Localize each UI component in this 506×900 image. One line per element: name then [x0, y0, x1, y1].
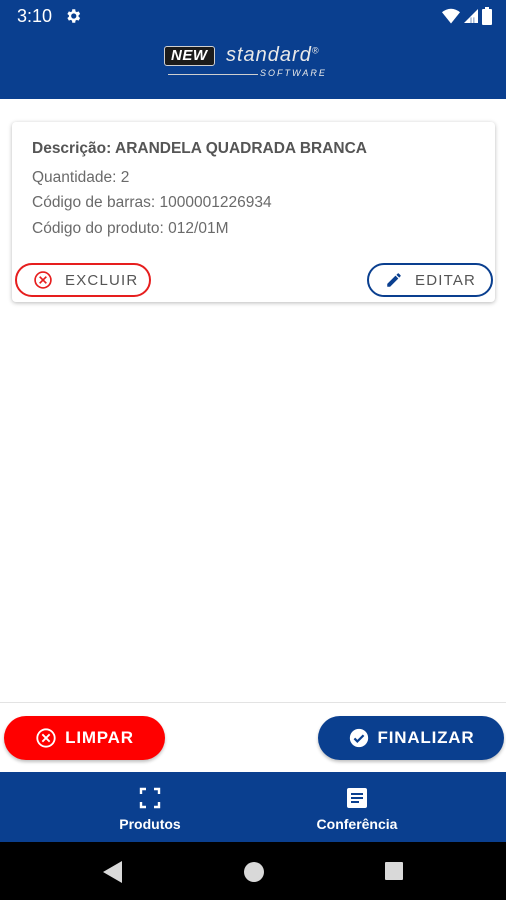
scan-icon — [138, 786, 162, 810]
product-barcode: Código de barras: 1000001226934 — [32, 194, 272, 211]
edit-button[interactable]: EDITAR — [367, 263, 493, 297]
logo-software-text: SOFTWARE — [260, 68, 327, 78]
delete-button-label: EXCLUIR — [65, 271, 139, 289]
product-card: Descrição: ARANDELA QUADRADA BRANCA Quan… — [12, 122, 495, 302]
wifi-icon — [442, 8, 460, 29]
logo-reg-mark: ® — [311, 45, 320, 56]
clear-button-label: LIMPAR — [65, 728, 134, 747]
close-circle-icon — [35, 727, 57, 749]
pencil-icon — [385, 271, 403, 289]
system-navigation-bar — [0, 842, 506, 900]
close-circle-icon — [33, 270, 53, 290]
logo-standard-word: standard — [226, 44, 312, 66]
logo-underline — [168, 74, 258, 75]
nav-item-conferencia[interactable]: Conferência — [300, 772, 414, 842]
bottom-navigation: Produtos Conferência — [0, 772, 506, 842]
signal-icon — [464, 8, 478, 29]
delete-button[interactable]: EXCLUIR — [15, 263, 151, 297]
product-quantity: Quantidade: 2 — [32, 169, 130, 186]
home-icon[interactable] — [243, 861, 265, 883]
settings-gear-icon — [64, 7, 82, 30]
logo-new-text: NEW — [164, 46, 215, 66]
finish-button-label: FINALIZAR — [377, 728, 475, 747]
new-standard-logo: NEW standard® SOFTWARE — [164, 44, 348, 82]
app-header: 3:10 NEW standard® SOFTWARE — [0, 0, 506, 99]
battery-icon — [482, 7, 492, 30]
status-icons — [442, 7, 492, 30]
nav-item-produtos[interactable]: Produtos — [100, 772, 200, 842]
logo-standard-text: standard® — [226, 44, 319, 67]
nav-label-produtos: Produtos — [119, 816, 181, 832]
actions-divider — [0, 702, 506, 703]
check-circle-icon — [348, 727, 370, 749]
recents-icon[interactable] — [384, 861, 404, 881]
finish-button[interactable]: FINALIZAR — [318, 716, 504, 760]
nav-label-conferencia: Conferência — [316, 816, 398, 832]
document-icon — [345, 786, 369, 810]
product-description: Descrição: ARANDELA QUADRADA BRANCA — [32, 140, 367, 157]
edit-button-label: EDITAR — [415, 271, 477, 289]
product-code: Código do produto: 012/01M — [32, 220, 229, 237]
back-icon[interactable] — [103, 861, 123, 883]
clear-button[interactable]: LIMPAR — [4, 716, 165, 760]
status-time: 3:10 — [17, 6, 53, 26]
status-bar: 3:10 — [0, 0, 506, 32]
